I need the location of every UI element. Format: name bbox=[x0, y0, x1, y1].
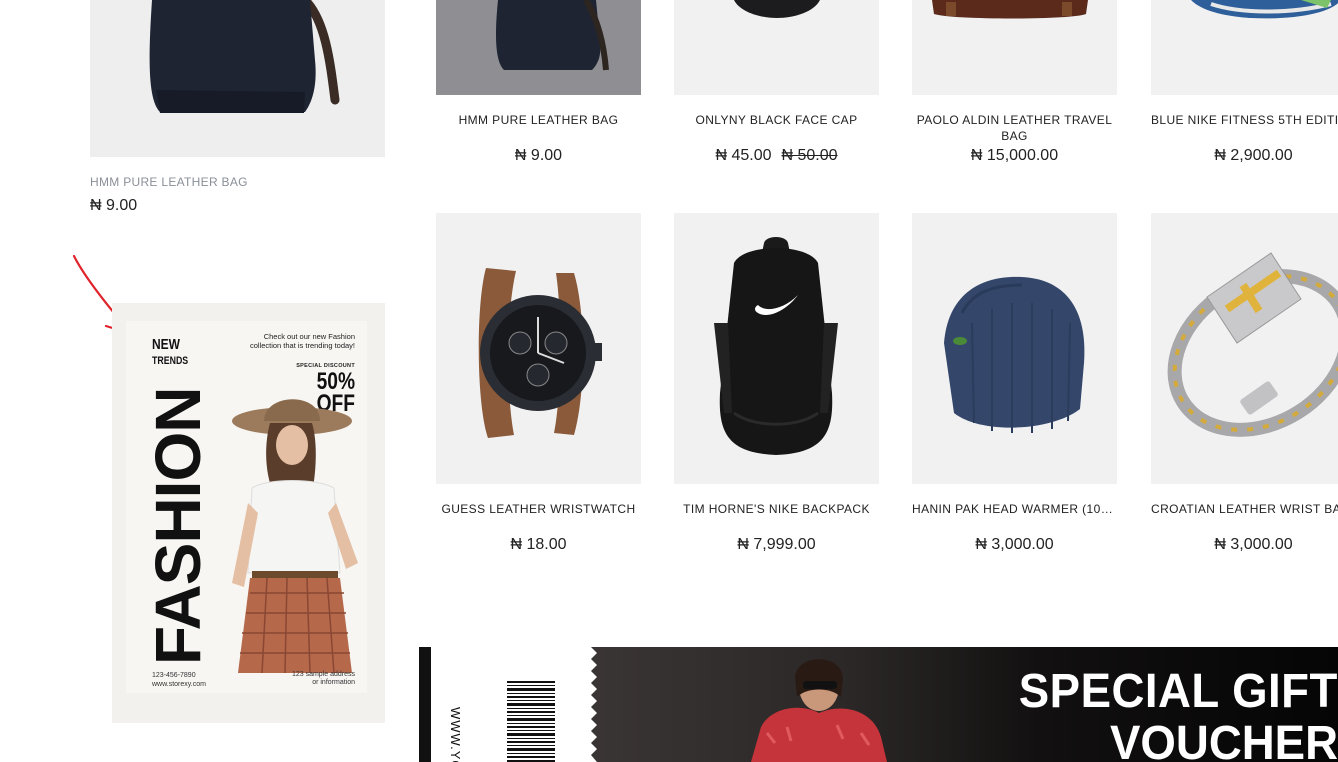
banner-title-line2: VOUCHER bbox=[1109, 717, 1338, 762]
banner-photo: SPECIAL GIFT VOUCHER bbox=[591, 647, 1338, 762]
product-price: ₦ 2,900.00 bbox=[1151, 147, 1338, 165]
sidebar-product-price: ₦ 9.00 bbox=[90, 197, 138, 214]
barcode-icon bbox=[507, 681, 555, 762]
product-card[interactable]: GUESS LEATHER WRISTWATCH ₦ 18.00 bbox=[436, 213, 641, 554]
poster-address: 123 sample address or information bbox=[292, 671, 355, 687]
poster-phone: 123-456-7890 bbox=[152, 672, 196, 679]
product-image[interactable] bbox=[912, 0, 1117, 95]
poster-headline: FASHION bbox=[142, 387, 214, 665]
product-price: ₦ 18.00 bbox=[436, 536, 641, 554]
gift-voucher-banner[interactable]: WWW.YO SPECIAL GIFT VOUCHER bbox=[419, 647, 1338, 762]
price-current: ₦ 7,999.00 bbox=[737, 536, 816, 553]
fashion-poster[interactable]: NEW TRENDS Check out our new Fashion col… bbox=[112, 303, 385, 723]
price-current: ₦ 3,000.00 bbox=[975, 536, 1054, 553]
product-card[interactable]: CROATIAN LEATHER WRIST BAND ₦ 3,000.00 bbox=[1151, 213, 1338, 554]
product-card[interactable]: HMM PURE LEATHER BAG ₦ 9.00 bbox=[436, 0, 641, 165]
sidebar-product-name[interactable]: HMM PURE LEATHER BAG bbox=[90, 175, 248, 189]
price-current: ₦ 2,900.00 bbox=[1214, 147, 1293, 164]
product-card[interactable]: PAOLO ALDIN LEATHER TRAVEL BAG ₦ 15,000.… bbox=[912, 0, 1117, 165]
product-name[interactable]: BLUE NIKE FITNESS 5TH EDITION bbox=[1151, 112, 1338, 146]
product-card[interactable]: ONLYNY BLACK FACE CAP ₦ 45.00 ₦ 50.00 bbox=[674, 0, 879, 165]
poster-model-image bbox=[232, 399, 358, 673]
product-image[interactable] bbox=[1151, 0, 1338, 95]
product-name[interactable]: HANIN PAK HEAD WARMER (100... bbox=[912, 501, 1117, 535]
product-price: ₦ 3,000.00 bbox=[1151, 536, 1338, 554]
product-image[interactable] bbox=[436, 0, 641, 95]
banner-title-line1: SPECIAL GIFT bbox=[1018, 665, 1338, 718]
banner-url: WWW.YO bbox=[448, 707, 463, 762]
banner-stripe bbox=[419, 647, 431, 762]
product-image[interactable] bbox=[674, 213, 879, 484]
product-image[interactable] bbox=[436, 213, 641, 484]
poster-address-line2: or information bbox=[312, 679, 355, 686]
poster-website: www.storexy.com bbox=[152, 681, 206, 688]
product-price: ₦ 3,000.00 bbox=[912, 536, 1117, 554]
product-card[interactable]: BLUE NIKE FITNESS 5TH EDITION ₦ 2,900.00 bbox=[1151, 0, 1338, 165]
product-price: ₦ 9.00 bbox=[436, 147, 641, 165]
price-current: ₦ 45.00 bbox=[715, 147, 772, 164]
product-price: ₦ 7,999.00 bbox=[674, 536, 879, 554]
product-price: ₦ 15,000.00 bbox=[912, 147, 1117, 165]
product-name[interactable]: HMM PURE LEATHER BAG bbox=[436, 112, 641, 146]
product-name[interactable]: TIM HORNE'S NIKE BACKPACK bbox=[674, 501, 879, 535]
product-name[interactable]: PAOLO ALDIN LEATHER TRAVEL BAG bbox=[912, 112, 1117, 146]
product-name[interactable]: CROATIAN LEATHER WRIST BAND bbox=[1151, 501, 1338, 535]
poster-contact: 123-456-7890 www.storexy.com bbox=[152, 671, 206, 689]
product-image[interactable] bbox=[674, 0, 879, 95]
product-card[interactable]: HANIN PAK HEAD WARMER (100... ₦ 3,000.00 bbox=[912, 213, 1117, 554]
sidebar-product-image[interactable] bbox=[90, 0, 385, 157]
poster-trends: TRENDS bbox=[152, 355, 189, 367]
poster-check-text: Check out our new Fashion collection tha… bbox=[249, 332, 355, 350]
product-image[interactable] bbox=[1151, 213, 1338, 484]
product-name[interactable]: GUESS LEATHER WRISTWATCH bbox=[436, 501, 641, 535]
product-name[interactable]: ONLYNY BLACK FACE CAP bbox=[674, 112, 879, 146]
product-card[interactable]: TIM HORNE'S NIKE BACKPACK ₦ 7,999.00 bbox=[674, 213, 879, 554]
poster-new: NEW bbox=[152, 336, 180, 353]
price-current: ₦ 18.00 bbox=[510, 536, 567, 553]
product-price: ₦ 45.00 ₦ 50.00 bbox=[674, 147, 879, 165]
poster-address-line1: 123 sample address bbox=[291, 671, 355, 678]
price-current: ₦ 9.00 bbox=[514, 147, 563, 164]
product-image[interactable] bbox=[912, 213, 1117, 484]
price-current: ₦ 15,000.00 bbox=[970, 147, 1059, 164]
price-current: ₦ 3,000.00 bbox=[1214, 536, 1293, 553]
price-old: ₦ 50.00 bbox=[781, 147, 838, 164]
